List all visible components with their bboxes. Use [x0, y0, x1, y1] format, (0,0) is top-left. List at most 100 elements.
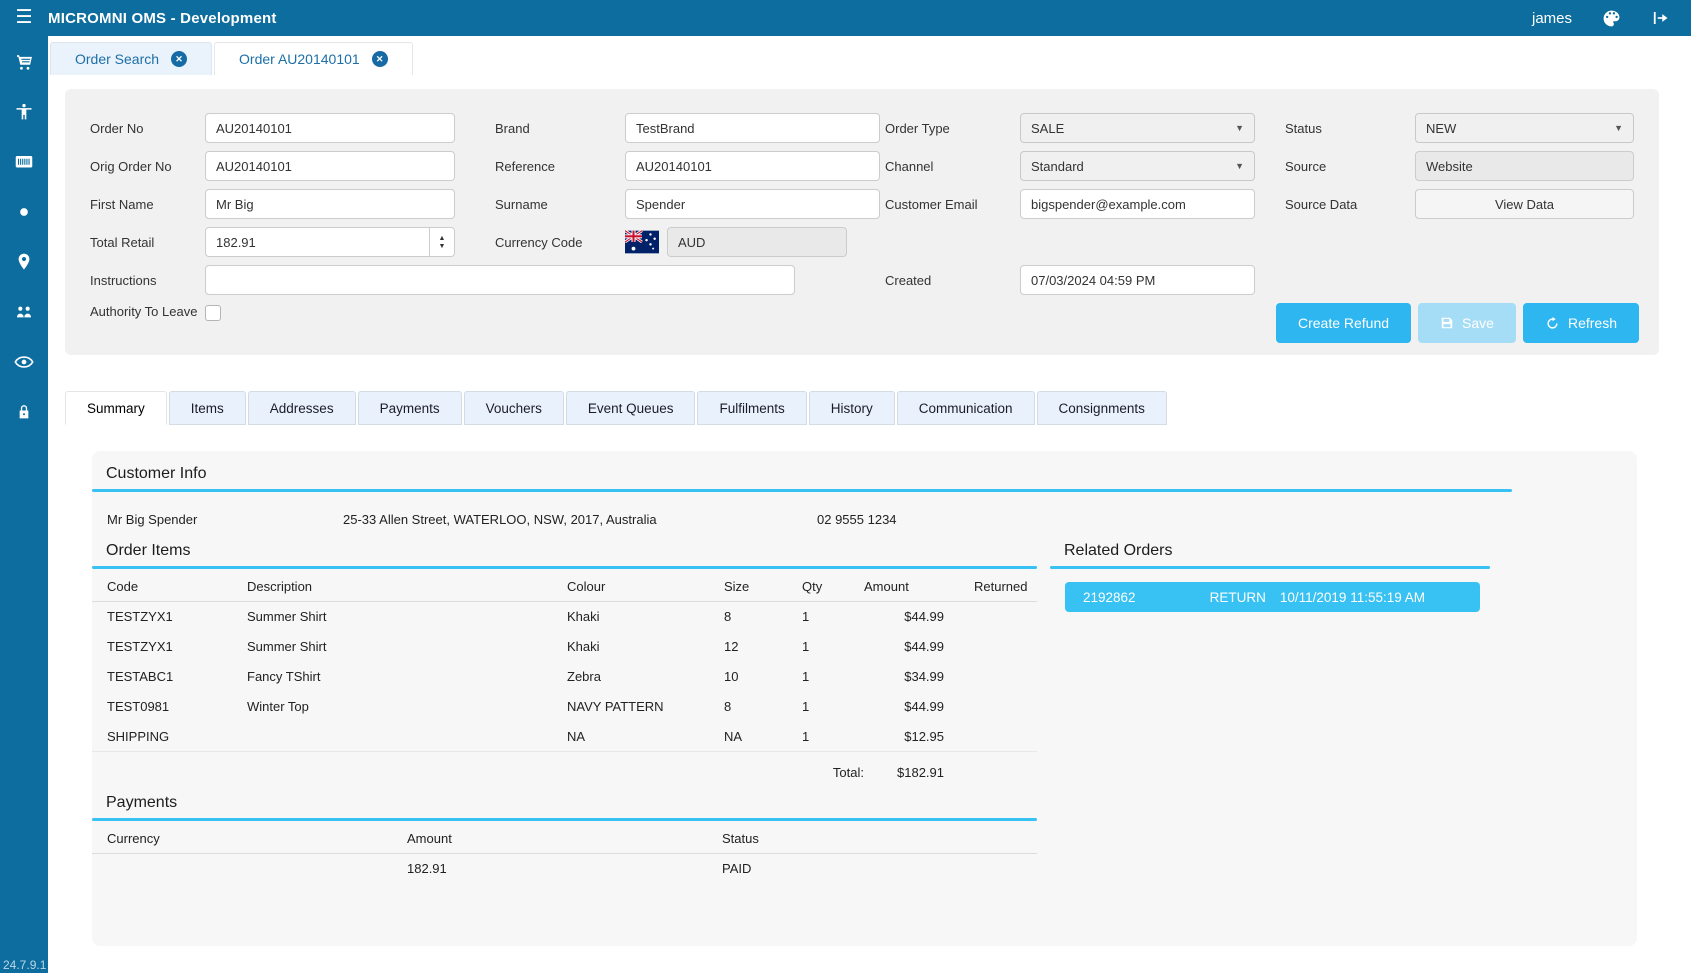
customer-address: 25-33 Allen Street, WATERLOO, NSW, 2017,…	[343, 512, 817, 527]
source-data-label: Source Data	[1285, 196, 1415, 213]
payments-title: Payments	[92, 794, 1037, 812]
instructions-input[interactable]	[205, 265, 795, 295]
related-order-date: 10/11/2019 11:55:19 AM	[1280, 590, 1425, 605]
order-no-input[interactable]	[205, 113, 455, 143]
tab-vouchers[interactable]: Vouchers	[464, 391, 564, 425]
source-label: Source	[1285, 158, 1415, 175]
tab-addresses[interactable]: Addresses	[248, 391, 356, 425]
australia-flag-icon	[625, 230, 659, 254]
created-input[interactable]	[1020, 265, 1255, 295]
related-order-id: 2192862	[1083, 590, 1136, 605]
tab-order-detail[interactable]: Order AU20140101 ✕	[214, 42, 413, 75]
total-value: $182.91	[864, 765, 944, 780]
security-lock-icon[interactable]	[0, 387, 48, 437]
currency-code-label: Currency Code	[495, 234, 625, 251]
status-dot-icon[interactable]	[0, 187, 48, 237]
customers-people-icon[interactable]	[0, 287, 48, 337]
customer-email-input[interactable]	[1020, 189, 1255, 219]
authority-to-leave-checkbox[interactable]	[205, 305, 221, 321]
instructions-label: Instructions	[90, 272, 205, 289]
tab-summary[interactable]: Summary	[65, 391, 167, 425]
view-data-button[interactable]: View Data	[1415, 189, 1634, 219]
chevron-down-icon: ▼	[1235, 123, 1244, 133]
payments-table: Currency Amount Status 182.91 PAID	[92, 823, 1037, 884]
app-version: 24.7.9.1	[3, 958, 46, 972]
summary-tab-content: Customer Info Mr Big Spender 25-33 Allen…	[65, 451, 1661, 974]
order-type-label: Order Type	[885, 120, 1020, 137]
tab-order-search[interactable]: Order Search ✕	[50, 42, 212, 75]
top-bar: ☰ MICROMNI OMS - Development james	[0, 0, 1691, 36]
payment-row: 182.91 PAID	[92, 854, 1037, 884]
customer-info-section: Customer Info Mr Big Spender 25-33 Allen…	[92, 465, 1637, 532]
tab-order-detail-label: Order AU20140101	[239, 51, 360, 67]
customer-phone: 02 9555 1234	[817, 512, 1637, 527]
accessibility-person-icon[interactable]	[0, 87, 48, 137]
related-order-row[interactable]: 2192862 RETURN 10/11/2019 11:55:19 AM	[1065, 582, 1480, 612]
channel-select[interactable]: Standard▼	[1020, 151, 1255, 181]
main-area: Order Search ✕ Order AU20140101 ✕ Order …	[48, 36, 1691, 973]
payments-section: Payments Currency Amount Status	[92, 794, 1037, 884]
brand-label: Brand	[495, 120, 625, 137]
tab-communication[interactable]: Communication	[897, 391, 1035, 425]
location-pin-icon[interactable]	[0, 237, 48, 287]
section-divider	[92, 566, 1037, 569]
close-tab-icon[interactable]: ✕	[171, 51, 187, 67]
reference-input[interactable]	[625, 151, 880, 181]
stepper-down-icon[interactable]: ▼	[439, 243, 446, 250]
first-name-label: First Name	[90, 196, 205, 213]
order-items-section: Order Items Code Description Colour Size	[92, 542, 1037, 780]
total-label: Total:	[92, 765, 864, 780]
detail-tabs: Summary Items Addresses Payments Voucher…	[65, 391, 1659, 425]
tab-payments[interactable]: Payments	[358, 391, 462, 425]
hamburger-menu-icon[interactable]: ☰	[0, 0, 48, 36]
watch-eye-icon[interactable]	[0, 337, 48, 387]
section-divider	[92, 818, 1037, 821]
order-items-table: Code Description Colour Size Qty Amount …	[92, 571, 1037, 752]
surname-input[interactable]	[625, 189, 880, 219]
orig-order-no-label: Orig Order No	[90, 158, 205, 175]
window-tabs: Order Search ✕ Order AU20140101 ✕	[48, 36, 1691, 75]
orders-cart-icon[interactable]	[0, 37, 48, 87]
order-no-label: Order No	[90, 120, 205, 137]
customer-info-row: Mr Big Spender 25-33 Allen Street, WATER…	[92, 506, 1637, 532]
logged-in-user: james	[1532, 10, 1572, 27]
status-label: Status	[1285, 120, 1415, 137]
first-name-input[interactable]	[205, 189, 455, 219]
tab-fulfilments[interactable]: Fulfilments	[697, 391, 806, 425]
barcode-icon[interactable]	[0, 137, 48, 187]
order-items-title: Order Items	[92, 542, 1037, 560]
create-refund-button[interactable]: Create Refund	[1276, 303, 1411, 343]
source-input	[1415, 151, 1634, 181]
related-orders-section: Related Orders 2192862 RETURN 10/11/2019…	[1050, 542, 1490, 884]
order-items-total-row: Total: $182.91	[92, 765, 1037, 780]
order-item-row: SHIPPING NA NA 1 $12.95	[92, 722, 1037, 752]
related-orders-title: Related Orders	[1050, 542, 1490, 560]
tab-history[interactable]: History	[809, 391, 895, 425]
number-stepper[interactable]: ▲ ▼	[430, 227, 455, 257]
order-item-row: TESTABC1 Fancy TShirt Zebra 10 1 $34.99	[92, 662, 1037, 692]
stepper-up-icon[interactable]: ▲	[439, 235, 446, 242]
save-floppy-icon	[1440, 316, 1454, 330]
total-retail-input[interactable]	[205, 227, 430, 257]
close-tab-icon[interactable]: ✕	[372, 51, 388, 67]
tab-event-queues[interactable]: Event Queues	[566, 391, 696, 425]
order-action-buttons: Create Refund Save Refresh	[1276, 303, 1639, 343]
chevron-down-icon: ▼	[1614, 123, 1623, 133]
order-type-select[interactable]: SALE▼	[1020, 113, 1255, 143]
created-label: Created	[885, 272, 1020, 289]
brand-input[interactable]	[625, 113, 880, 143]
total-retail-label: Total Retail	[90, 234, 205, 251]
save-button[interactable]: Save	[1418, 303, 1516, 343]
logout-icon[interactable]	[1651, 9, 1669, 27]
chevron-down-icon: ▼	[1235, 161, 1244, 171]
tab-items[interactable]: Items	[169, 391, 246, 425]
orig-order-no-input[interactable]	[205, 151, 455, 181]
summary-panel: Customer Info Mr Big Spender 25-33 Allen…	[92, 451, 1637, 946]
status-select[interactable]: NEW▼	[1415, 113, 1634, 143]
tab-consignments[interactable]: Consignments	[1037, 391, 1167, 425]
section-divider	[92, 489, 1512, 492]
customer-info-title: Customer Info	[92, 465, 1637, 483]
refresh-icon	[1545, 316, 1560, 331]
theme-palette-icon[interactable]	[1602, 9, 1621, 28]
refresh-button[interactable]: Refresh	[1523, 303, 1639, 343]
